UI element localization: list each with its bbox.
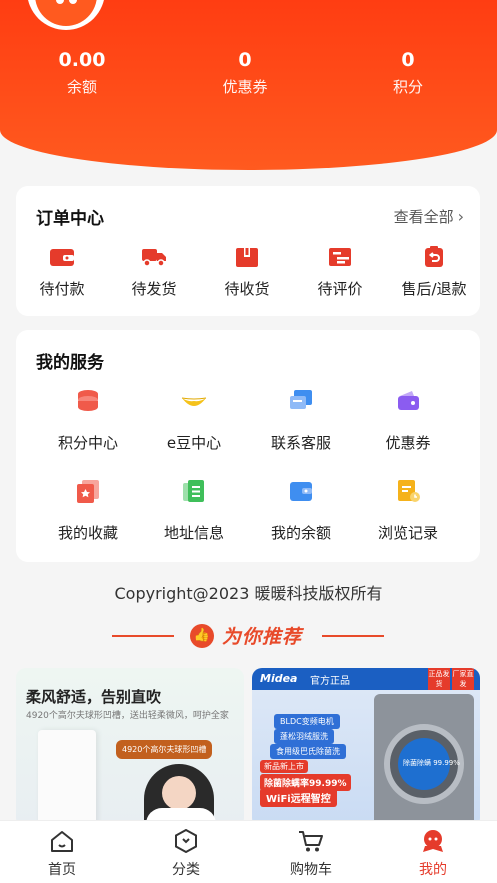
product-feature-tag: 4920个高尔夫球形凹槽 (116, 740, 213, 759)
recommend-title-text: 为你推荐 (222, 626, 303, 648)
order-item-label: 待发货 (131, 280, 177, 298)
coin-stack-icon (75, 388, 101, 414)
chevron-right-icon: › (457, 207, 464, 226)
recommend-header: 👍 为你推荐 (0, 620, 497, 650)
genuine-badge: 正品发货 (428, 668, 450, 690)
stat-value: 0 (401, 49, 415, 71)
address-icon (181, 478, 207, 504)
promo-new: 新品新上市 (260, 760, 308, 773)
service-label: 我的收藏 (57, 524, 118, 542)
product-subline: 4920个高尔夫球形凹槽，送出轻柔微风，呵护全家 (26, 711, 229, 721)
chat-icon (288, 388, 314, 414)
category-icon (173, 828, 199, 854)
air-conditioner-image (38, 730, 96, 828)
order-item-label: 待评价 (317, 280, 363, 298)
package-icon (234, 246, 260, 268)
review-icon (327, 246, 353, 268)
service-favorites[interactable]: 我的收藏 (38, 478, 138, 543)
product-card-washing-machine[interactable]: Midea 官方正品 正品发货 厂家直发 BLDC变频电机 蓬松羽绒服洗 食用级… (252, 668, 480, 828)
service-coupons[interactable]: 优惠券 (358, 388, 458, 453)
nav-label: 购物车 (290, 862, 332, 878)
service-points-center[interactable]: 积分中心 (38, 388, 138, 453)
recommend-title: 👍 为你推荐 (190, 622, 302, 649)
service-balance[interactable]: 我的余额 (251, 478, 351, 543)
divider-right (322, 635, 384, 637)
product-feature: BLDC变频电机 (274, 714, 340, 729)
order-pending-shipment[interactable]: 待发货 (114, 246, 194, 299)
nav-home[interactable]: 首页 (12, 829, 112, 879)
profile-icon (420, 829, 446, 853)
divider-left (112, 635, 174, 637)
nav-cart[interactable]: 购物车 (261, 829, 361, 879)
order-center-title: 订单中心 (36, 209, 104, 229)
promo-wifi: WiFi远程智控 (260, 788, 337, 807)
stat-label: 积分 (392, 78, 423, 96)
service-label: e豆中心 (166, 434, 222, 452)
product-card-air-conditioner[interactable]: 柔风舒适，告别直吹 4920个高尔夫球形凹槽，送出轻柔微风，呵护全家 4920个… (16, 668, 244, 828)
service-label: 优惠券 (385, 434, 431, 452)
service-browsing-history[interactable]: 浏览记录 (358, 478, 458, 543)
nav-label: 我的 (419, 862, 447, 878)
bean-icon (181, 388, 207, 414)
order-item-label: 待收货 (224, 280, 270, 298)
profile-header: 0.00 余额 0 优惠券 0 积分 (0, 0, 497, 170)
my-services-title: 我的服务 (36, 353, 104, 373)
service-label: 地址信息 (163, 524, 224, 542)
order-center-card: 订单中心 查看全部 › 待付款 待发货 待收货 待评价 售后/退款 (16, 186, 480, 316)
truck-icon (141, 246, 167, 268)
copyright-text: Copyright@2023 暖暖科技版权所有 (114, 584, 383, 603)
service-address[interactable]: 地址信息 (144, 478, 244, 543)
coupon-wallet-icon (395, 388, 421, 414)
service-label: 积分中心 (57, 434, 118, 452)
stat-coupons[interactable]: 0 优惠券 (185, 48, 305, 97)
order-pending-receipt[interactable]: 待收货 (207, 246, 287, 299)
stat-value: 0 (238, 49, 252, 71)
washer-door-text: 除菌除螨 99.99% (403, 759, 460, 767)
factory-direct-badge: 厂家直发 (452, 668, 474, 690)
service-label: 浏览记录 (377, 524, 438, 542)
stat-label: 余额 (66, 78, 97, 96)
view-all-orders-link[interactable]: 查看全部 › (394, 206, 464, 227)
thumbs-up-icon: 👍 (190, 623, 214, 648)
order-item-label: 售后/退款 (401, 280, 467, 298)
stat-balance[interactable]: 0.00 余额 (22, 48, 142, 97)
service-bean-center[interactable]: e豆中心 (144, 388, 244, 453)
service-label: 联系客服 (270, 434, 331, 452)
service-customer-support[interactable]: 联系客服 (251, 388, 351, 453)
view-all-label: 查看全部 (393, 208, 454, 226)
official-badge: 官方正品 (310, 676, 350, 687)
nav-label: 首页 (48, 862, 76, 878)
product-feature: 蓬松羽绒服洗 (274, 729, 334, 744)
my-services-card: 我的服务 积分中心 e豆中心 联系客服 优惠券 我的收藏 地址信息 我的余额 浏… (16, 330, 480, 562)
order-after-sale[interactable]: 售后/退款 (394, 246, 474, 299)
favorite-icon (75, 478, 101, 504)
service-label: 我的余额 (270, 524, 331, 542)
stat-points[interactable]: 0 积分 (348, 48, 468, 97)
order-pending-review[interactable]: 待评价 (300, 246, 380, 299)
stat-label: 优惠券 (222, 78, 268, 96)
brand-logo: Midea (260, 672, 298, 685)
order-pending-payment[interactable]: 待付款 (22, 246, 102, 299)
nav-label: 分类 (172, 862, 200, 878)
stat-value: 0.00 (58, 49, 106, 71)
order-status-row: 待付款 待发货 待收货 待评价 售后/退款 (16, 246, 480, 306)
recommend-products: 柔风舒适，告别直吹 4920个高尔夫球形凹槽，送出轻柔微风，呵护全家 4920个… (16, 668, 480, 828)
home-icon (49, 829, 75, 853)
product-headline: 柔风舒适，告别直吹 (26, 688, 162, 706)
wallet-icon (49, 246, 75, 268)
avatar[interactable] (27, 0, 105, 30)
bottom-navigation: 首页 分类 购物车 我的 (0, 820, 497, 883)
order-item-label: 待付款 (39, 280, 85, 298)
history-icon (395, 478, 421, 504)
nav-profile[interactable]: 我的 (383, 829, 483, 879)
nav-category[interactable]: 分类 (136, 828, 236, 879)
refund-icon (421, 246, 447, 268)
cart-icon (298, 829, 324, 853)
balance-wallet-icon (288, 478, 314, 504)
person-face (162, 776, 196, 810)
product-feature: 食用级巴氏除菌洗 (270, 744, 346, 759)
avatar-face-icon (35, 0, 97, 26)
